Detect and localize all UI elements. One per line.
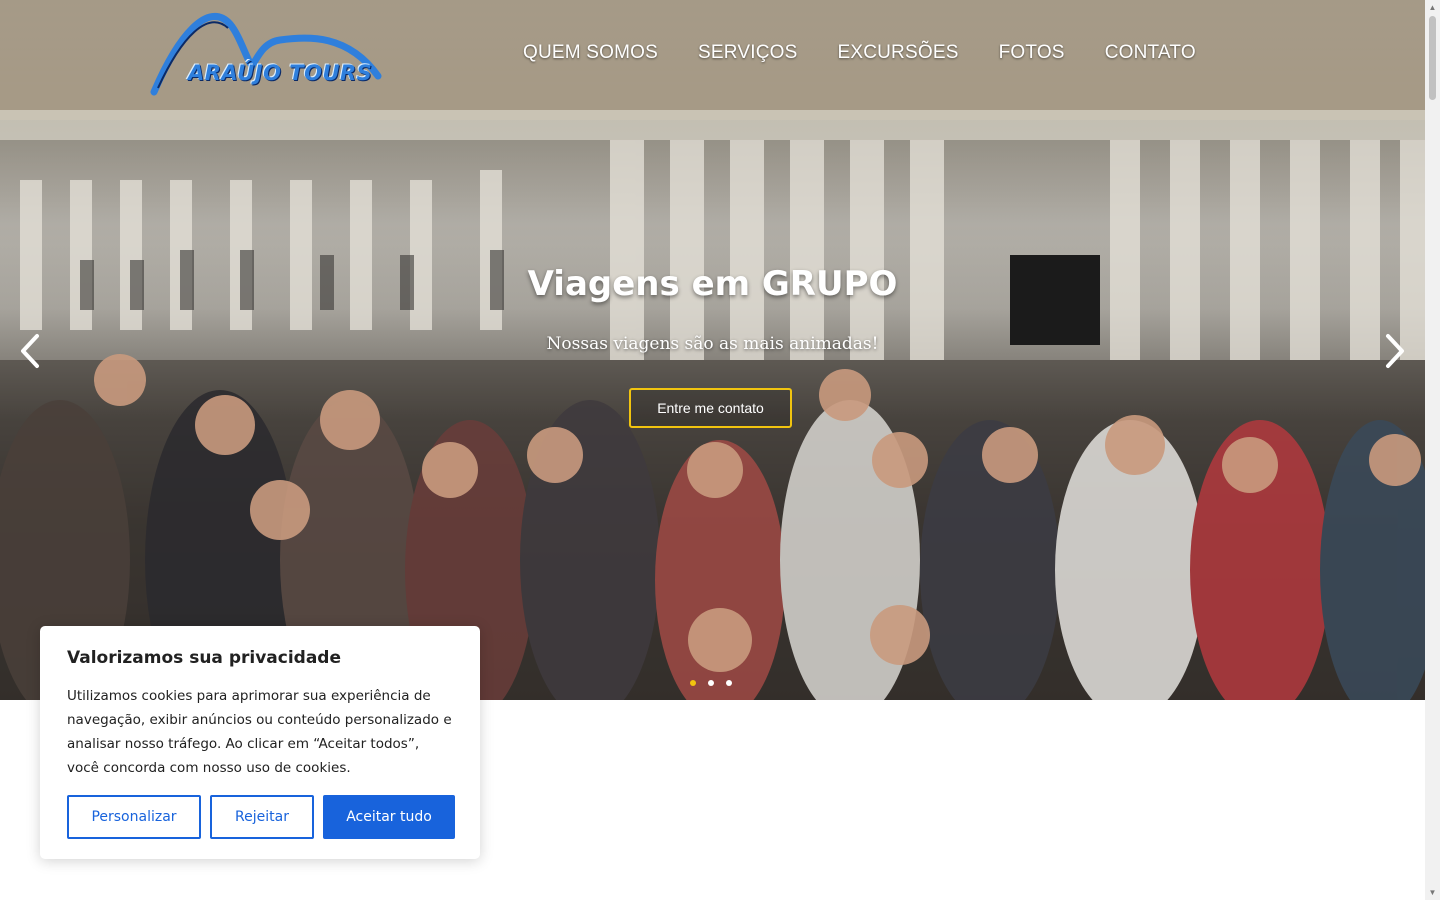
nav-item-servicos[interactable]: SERVIÇOS: [678, 40, 817, 66]
nav-item-excursoes[interactable]: EXCURSÕES: [817, 40, 978, 66]
cookie-actions: Personalizar Rejeitar Aceitar tudo: [67, 795, 455, 839]
cookie-title: Valorizamos sua privacidade: [67, 648, 342, 668]
cookie-accept-button[interactable]: Aceitar tudo: [323, 795, 455, 839]
nav-item-quem-somos[interactable]: QUEM SOMOS: [503, 40, 678, 66]
cookie-consent-banner: Valorizamos sua privacidade Utilizamos c…: [40, 626, 480, 859]
slider-pagination: [690, 680, 732, 686]
slider-dot-3[interactable]: [726, 680, 732, 686]
slide-title: Viagens em GRUPO: [527, 264, 898, 304]
cookie-reject-button[interactable]: Rejeitar: [210, 795, 314, 839]
nav-item-fotos[interactable]: FOTOS: [979, 40, 1085, 66]
nav-item-contato[interactable]: CONTATO: [1085, 40, 1216, 66]
scrollbar-thumb[interactable]: [1429, 16, 1436, 100]
chevron-left-icon: [21, 334, 39, 368]
hero-slider: ARAÚJO TOURS QUEM SOMOS SERVIÇOS EXCURSÕ…: [0, 0, 1425, 700]
slider-next-button[interactable]: [1377, 331, 1413, 371]
cookie-customize-button[interactable]: Personalizar: [67, 795, 201, 839]
page-scrollbar[interactable]: ▲ ▼: [1425, 0, 1440, 900]
scroll-down-icon[interactable]: ▼: [1425, 885, 1440, 900]
logo-text: ARAÚJO TOURS: [188, 61, 373, 85]
cookie-message: Utilizamos cookies para aprimorar sua ex…: [67, 688, 452, 776]
slider-dot-1[interactable]: [690, 680, 696, 686]
slide-subtitle: Nossas viagens são as mais animadas!: [546, 334, 879, 354]
main-nav: QUEM SOMOS SERVIÇOS EXCURSÕES FOTOS CONT…: [503, 40, 1216, 66]
slider-prev-button[interactable]: [12, 331, 48, 371]
slider-dot-2[interactable]: [708, 680, 714, 686]
chevron-right-icon: [1386, 334, 1404, 368]
scroll-up-icon[interactable]: ▲: [1425, 0, 1440, 15]
contact-cta-button[interactable]: Entre me contato: [629, 388, 792, 428]
site-logo[interactable]: ARAÚJO TOURS: [148, 6, 388, 98]
